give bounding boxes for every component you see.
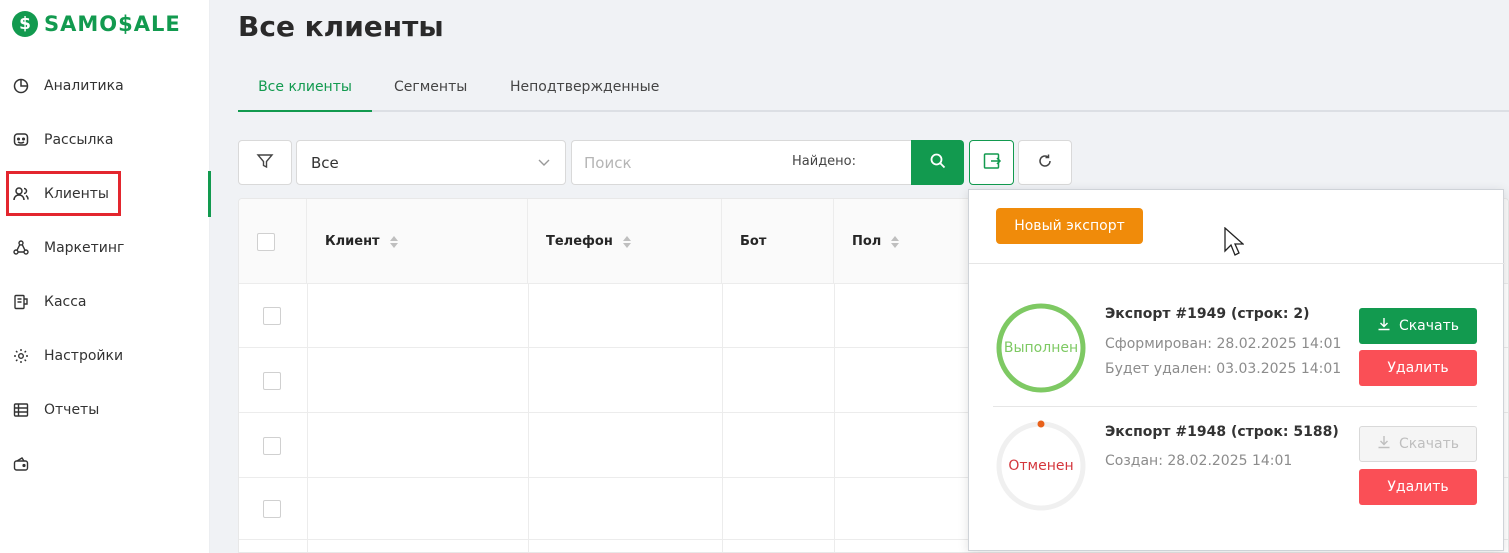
sidebar-item-wallet[interactable]	[0, 441, 210, 487]
sort-icon	[622, 235, 631, 248]
network-icon	[12, 239, 30, 257]
column-header-bot: Бот	[722, 199, 834, 284]
refresh-button[interactable]	[1018, 140, 1072, 185]
download-icon	[1377, 435, 1391, 453]
users-icon	[12, 185, 30, 203]
export-created-date: Создан: 28.02.2025 14:01	[1105, 453, 1293, 469]
segment-select-value: Все	[311, 153, 339, 172]
tab-bar: Все клиенты Сегменты Неподтвержденные	[238, 64, 1509, 112]
message-icon	[12, 131, 30, 149]
search-button[interactable]	[911, 140, 964, 185]
sidebar: $ SAMO$ALE Аналитика Рассылка Клиенты Ма…	[0, 0, 211, 553]
export-status-ring: Отменен	[995, 420, 1087, 512]
page-title: Все клиенты	[238, 10, 444, 43]
logo-icon: $	[12, 11, 38, 37]
select-all-cell	[239, 199, 307, 284]
download-button[interactable]: Скачать	[1359, 308, 1477, 344]
logo-text: SAMO$ALE	[44, 12, 181, 36]
sidebar-item-label: Касса	[44, 294, 87, 310]
mouse-cursor-icon	[1224, 226, 1245, 261]
refresh-icon	[1036, 152, 1054, 174]
sidebar-item-label: Настройки	[44, 348, 124, 364]
chevron-down-icon	[537, 155, 551, 173]
sort-icon	[389, 235, 398, 248]
sidebar-item-marketing[interactable]: Маркетинг	[0, 225, 210, 271]
gear-icon	[12, 347, 30, 365]
download-button: Скачать	[1359, 426, 1477, 462]
export-status-label: Отменен	[1008, 458, 1074, 474]
filter-button[interactable]	[238, 140, 292, 185]
tab-segments[interactable]: Сегменты	[394, 64, 467, 110]
delete-button[interactable]: Удалить	[1359, 469, 1477, 505]
sidebar-item-settings[interactable]: Настройки	[0, 333, 210, 379]
search-icon	[929, 152, 947, 174]
sidebar-item-mailing[interactable]: Рассылка	[0, 117, 210, 163]
export-icon	[982, 151, 1002, 175]
export-title: Экспорт #1949 (строк: 2)	[1105, 306, 1310, 322]
sidebar-item-label: Маркетинг	[44, 240, 125, 256]
sidebar-item-label: Отчеты	[44, 402, 100, 418]
search-box: Найдено:	[571, 140, 911, 185]
sidebar-item-label: Аналитика	[44, 78, 124, 94]
sort-icon	[891, 235, 900, 248]
select-all-checkbox[interactable]	[257, 232, 275, 251]
sidebar-item-reports[interactable]: Отчеты	[0, 387, 210, 433]
export-status-label: Выполнен	[1003, 340, 1079, 356]
export-expiry-date: Будет удален: 03.03.2025 14:01	[1105, 361, 1342, 377]
sidebar-item-cashbox[interactable]: Касса	[0, 279, 210, 325]
export-created-date: Сформирован: 28.02.2025 14:01	[1105, 336, 1342, 352]
row-checkbox[interactable]	[263, 437, 281, 455]
delete-button[interactable]: Удалить	[1359, 350, 1477, 386]
register-icon	[12, 293, 30, 311]
new-export-button[interactable]: Новый экспорт	[996, 208, 1143, 244]
export-status-ring: Выполнен	[995, 302, 1087, 394]
filter-icon	[256, 152, 274, 174]
wallet-icon	[12, 455, 30, 473]
row-checkbox[interactable]	[263, 500, 281, 518]
tab-all-clients[interactable]: Все клиенты	[238, 64, 372, 112]
sidebar-item-analytics[interactable]: Аналитика	[0, 63, 210, 109]
sidebar-item-label: Рассылка	[44, 132, 114, 148]
segment-select[interactable]: Все	[296, 140, 566, 185]
sidebar-item-clients[interactable]: Клиенты	[0, 171, 211, 217]
export-title: Экспорт #1948 (строк: 5188)	[1105, 424, 1339, 440]
search-input[interactable]	[572, 141, 782, 184]
column-header-gender[interactable]: Пол	[834, 199, 974, 284]
logo[interactable]: $ SAMO$ALE	[12, 11, 181, 37]
found-count-label: Найдено:	[792, 154, 857, 169]
sidebar-item-label: Клиенты	[44, 186, 109, 202]
column-header-client[interactable]: Клиент	[307, 199, 528, 284]
download-icon	[1377, 317, 1391, 335]
pie-chart-icon	[12, 77, 30, 95]
tab-unconfirmed[interactable]: Неподтвержденные	[510, 64, 659, 110]
table-icon	[12, 401, 30, 419]
column-header-phone[interactable]: Телефон	[528, 199, 722, 284]
row-checkbox[interactable]	[263, 307, 281, 325]
export-button[interactable]	[969, 140, 1014, 185]
row-checkbox[interactable]	[263, 372, 281, 390]
